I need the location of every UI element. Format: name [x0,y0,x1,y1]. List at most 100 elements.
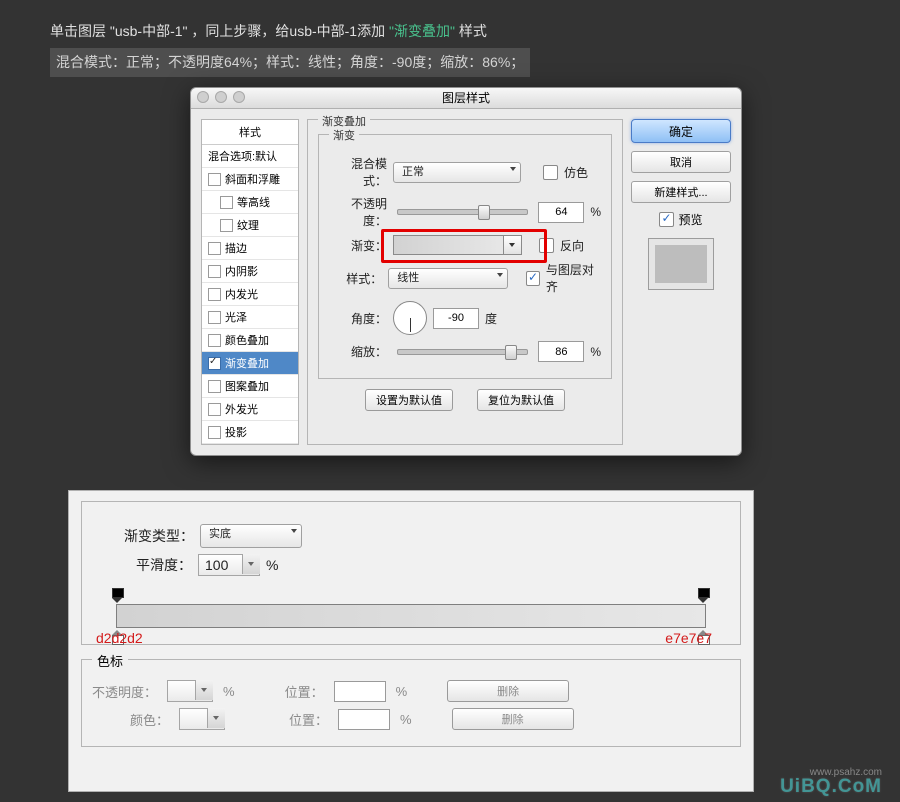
opacity-slider[interactable] [397,209,528,215]
label: 新建样式... [654,184,707,200]
dialog-title: 图层样式 [442,91,490,105]
style-inner-shadow[interactable]: 内阴影 [202,260,298,283]
preview-checkbox[interactable] [659,212,674,227]
make-default-button[interactable]: 设置为默认值 [365,389,453,411]
annotation-highlight [381,229,547,263]
align-label: 与图层对齐 [546,261,601,295]
percent-label: % [400,712,412,727]
stop-color-label: 颜色： [130,710,169,729]
hex-label-left: d2d2d2 [96,630,143,646]
chevron-down-icon[interactable] [207,708,225,728]
label: 混合选项:默认 [208,148,277,164]
delete-stop-button[interactable]: 删除 [447,680,569,702]
gradient-fieldset: 渐变 混合模式： 正常 仿色 不透明度： % 渐 [318,134,612,379]
scale-label: 缩放： [329,343,387,360]
degree-label: 度 [485,310,497,327]
blend-mode-select[interactable]: 正常 [393,162,521,183]
checkbox[interactable] [208,426,221,439]
checkbox[interactable] [208,380,221,393]
label: 外发光 [225,401,258,417]
checkbox[interactable] [208,265,221,278]
delete-stop-button[interactable]: 删除 [452,708,574,730]
label: 等高线 [237,194,270,210]
cancel-button[interactable]: 取消 [631,151,731,173]
style-pattern-overlay[interactable]: 图案叠加 [202,375,298,398]
style-gradient-overlay[interactable]: 渐变叠加 [202,352,298,375]
label: 内发光 [225,286,258,302]
label: 删除 [497,683,519,699]
text: ，同上步骤，给usb-中部-1添加 [191,23,385,39]
text-highlight: "渐变叠加" [389,23,455,39]
opacity-stop-right[interactable] [698,588,710,602]
style-stroke[interactable]: 描边 [202,237,298,260]
opacity-stop-left[interactable] [112,588,124,602]
fieldset-label: 渐变 [329,127,359,143]
ok-button[interactable]: 确定 [631,119,731,143]
text: "usb-中部-1" [110,23,188,39]
checkbox[interactable] [208,403,221,416]
style-drop-shadow[interactable]: 投影 [202,421,298,444]
stop-position-input[interactable] [334,681,386,702]
label: 颜色叠加 [225,332,269,348]
text: 单击图层 [50,23,106,39]
stop-opacity-input[interactable] [167,680,213,702]
stops-fieldset: 色标 不透明度： % 位置： % 删除 颜色： 位置： % 删除 [81,659,741,747]
watermark-logo: UiBQ.CoM [780,776,882,798]
percent-label: % [590,345,601,359]
zoom-icon[interactable] [233,91,245,103]
label: 确定 [669,123,693,140]
stop-opacity-label: 不透明度： [92,682,157,701]
percent-label: % [396,684,408,699]
checkbox[interactable] [208,242,221,255]
label: 删除 [502,711,524,727]
dither-label: 仿色 [564,164,588,181]
angle-input[interactable] [433,308,479,329]
checkbox[interactable] [208,288,221,301]
checkbox[interactable] [220,196,233,209]
style-contour[interactable]: 等高线 [202,191,298,214]
style-outer-glow[interactable]: 外发光 [202,398,298,421]
reset-default-button[interactable]: 复位为默认值 [477,389,565,411]
checkbox[interactable] [208,311,221,324]
label: 设置为默认值 [376,392,442,408]
text: 样式 [459,23,487,39]
blend-mode-label: 混合模式： [329,155,387,189]
style-texture[interactable]: 纹理 [202,214,298,237]
value: 实底 [209,528,231,540]
checkbox-checked[interactable] [208,357,221,370]
stop-position-input[interactable] [338,709,390,730]
gradient-type-select[interactable]: 实底 [200,524,302,548]
close-icon[interactable] [197,91,209,103]
checkbox[interactable] [208,173,221,186]
percent-label: % [223,684,235,699]
label: 取消 [670,154,692,170]
dither-checkbox[interactable] [543,165,558,180]
style-blend-options[interactable]: 混合选项:默认 [202,145,298,168]
style-satin[interactable]: 光泽 [202,306,298,329]
angle-dial[interactable] [393,301,427,335]
opacity-label: 不透明度： [329,195,387,229]
smoothness-label: 平滑度： [136,555,192,575]
minimize-icon[interactable] [215,91,227,103]
label: 斜面和浮雕 [225,171,280,187]
gradient-bar[interactable] [116,604,706,628]
style-bevel[interactable]: 斜面和浮雕 [202,168,298,191]
style-inner-glow[interactable]: 内发光 [202,283,298,306]
stop-color-input[interactable] [179,708,225,730]
gradient-label: 渐变： [329,237,387,254]
align-checkbox[interactable] [526,271,540,286]
label: 内阴影 [225,263,258,279]
new-style-button[interactable]: 新建样式... [631,181,731,203]
style-color-overlay[interactable]: 颜色叠加 [202,329,298,352]
smoothness-input[interactable]: 100 [198,554,260,576]
opacity-input[interactable] [538,202,584,223]
chevron-down-icon[interactable] [242,554,260,574]
checkbox[interactable] [208,334,221,347]
scale-input[interactable] [538,341,584,362]
gradient-style-select[interactable]: 线性 [388,268,508,289]
tutorial-instructions: 单击图层 "usb-中部-1" ，同上步骤，给usb-中部-1添加 "渐变叠加"… [0,0,900,83]
checkbox[interactable] [220,219,233,232]
chevron-down-icon[interactable] [195,680,213,700]
scale-slider[interactable] [397,349,528,355]
settings-summary: 混合模式：正常；不透明度64%；样式：线性；角度：-90度；缩放：86%； [50,48,530,78]
